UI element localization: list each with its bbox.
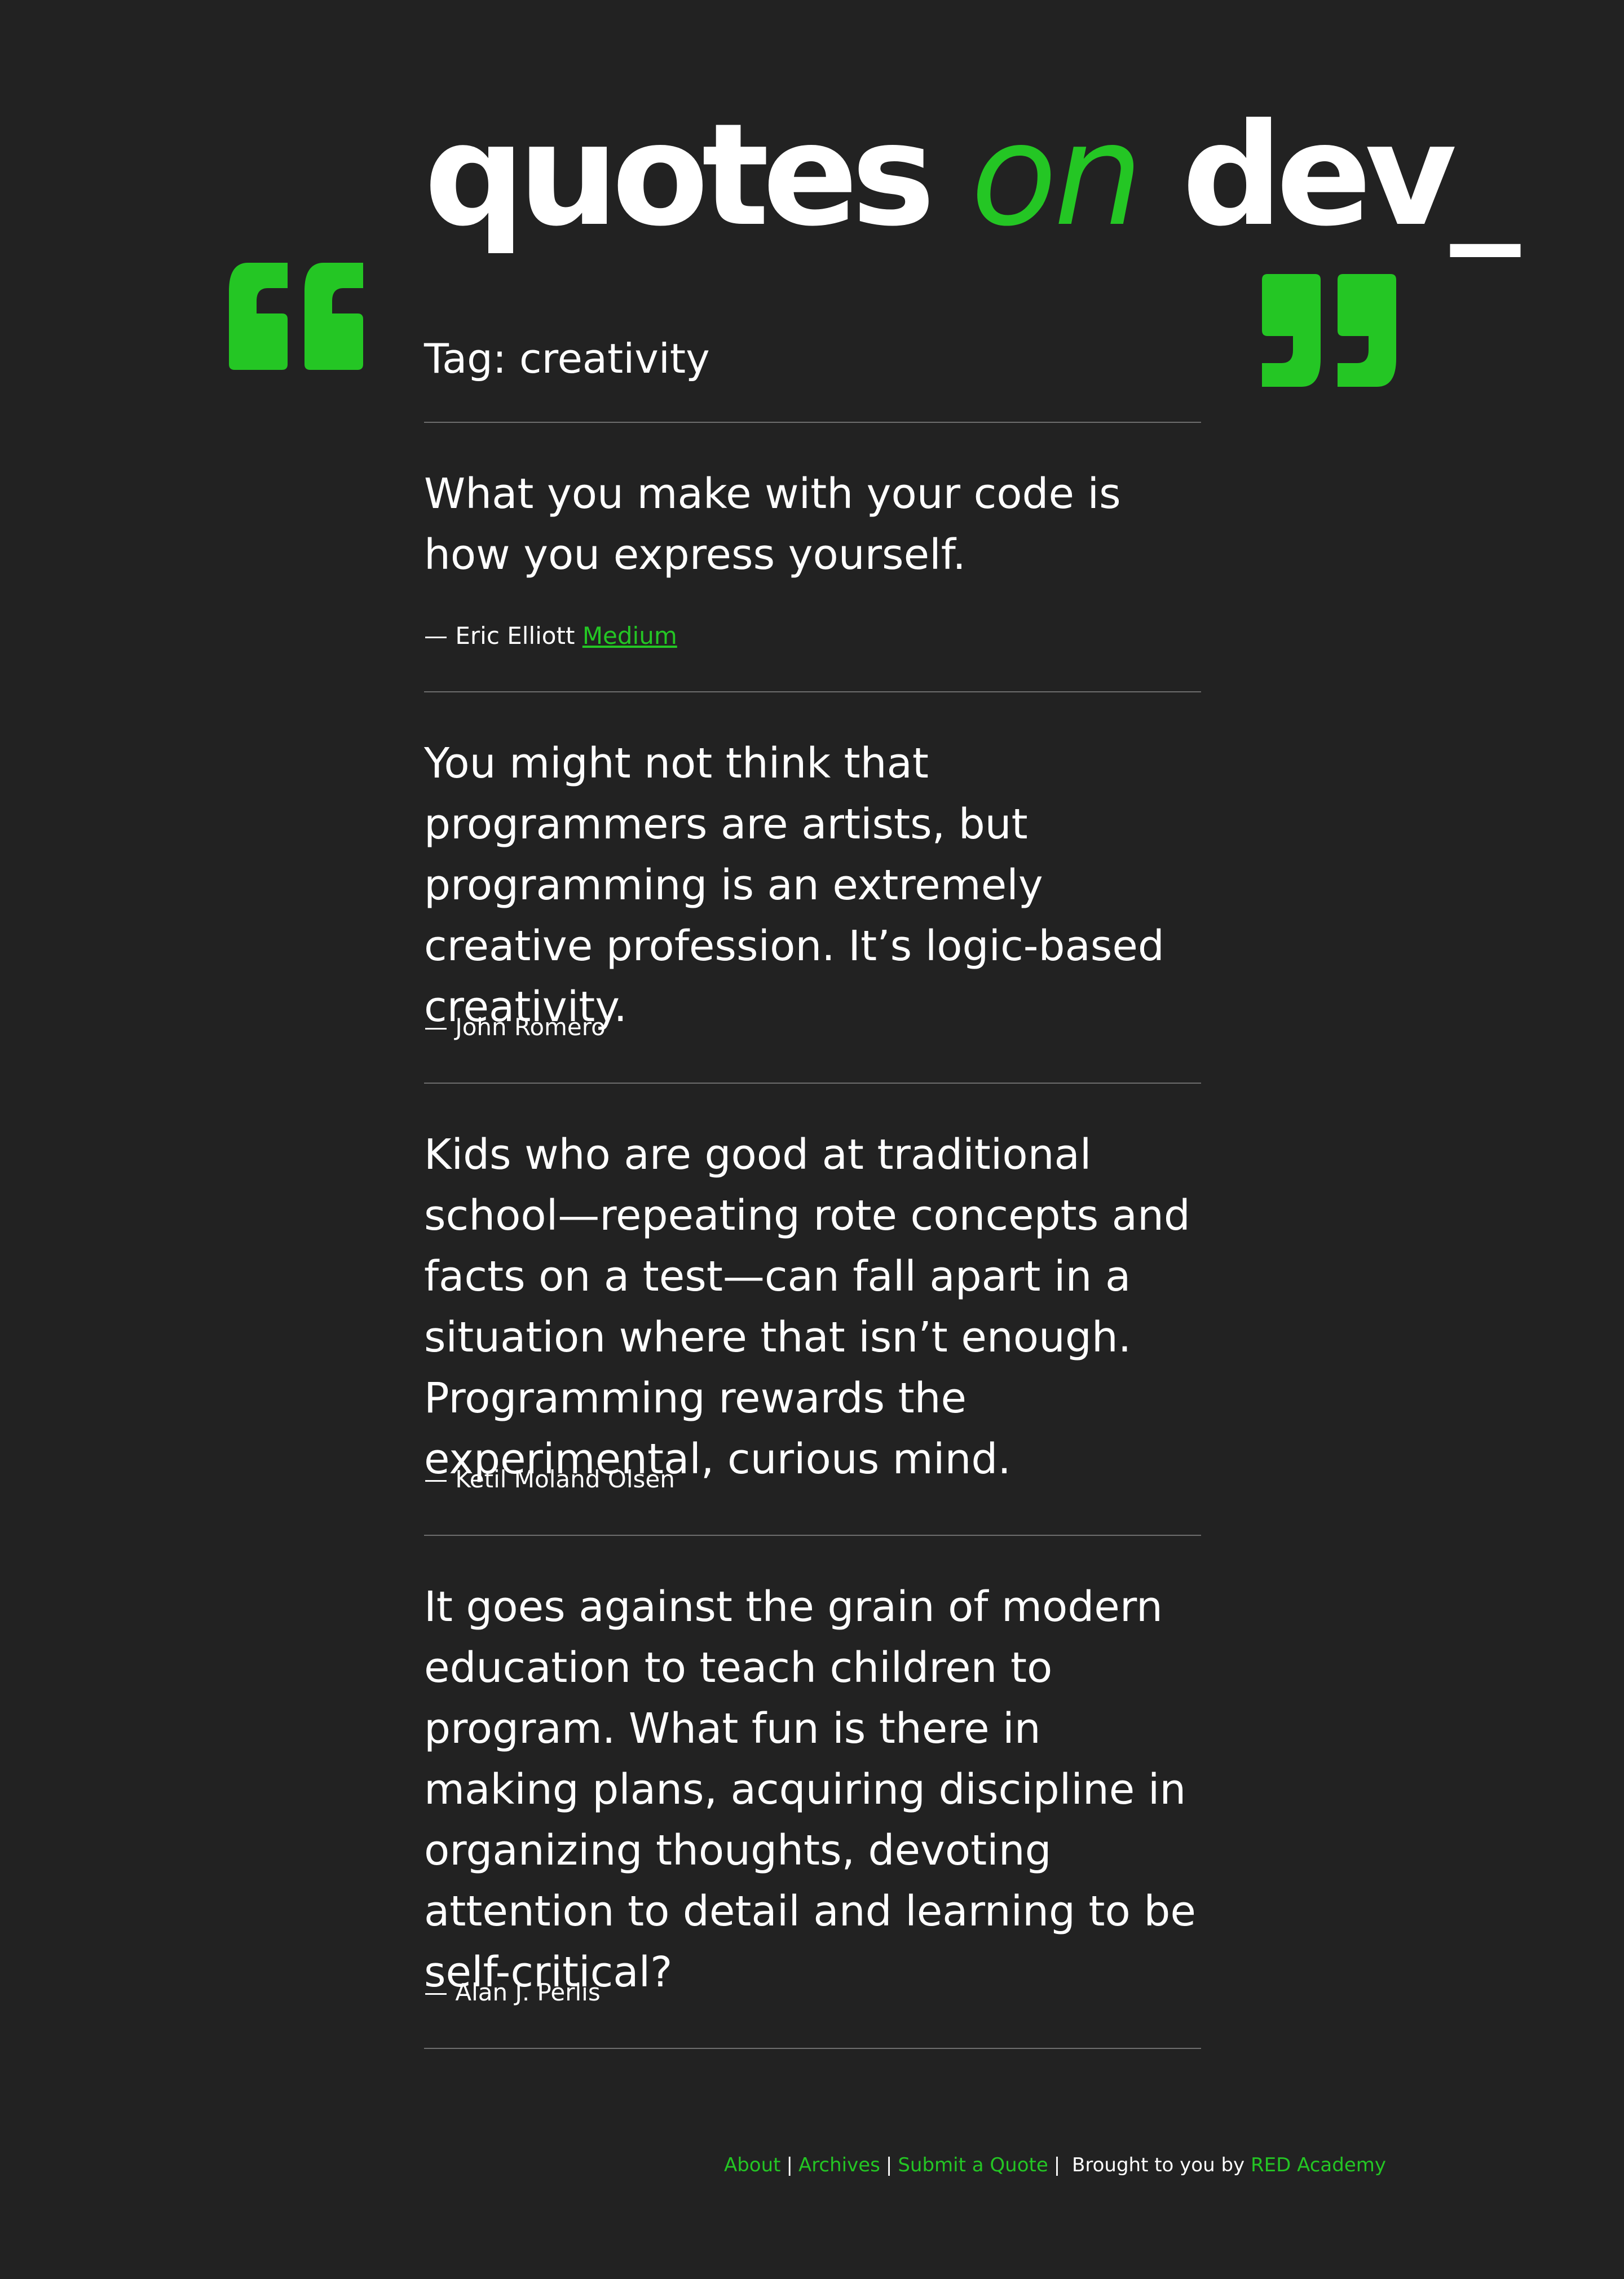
logo-text-on: on — [970, 93, 1143, 257]
open-quote-icon — [226, 257, 372, 392]
footer-link-archives[interactable]: Archives — [798, 2154, 880, 2176]
footer-credit-text: Brought to you by — [1072, 2154, 1245, 2176]
quote-text: You might not think that programmers are… — [424, 739, 1164, 1031]
divider — [424, 1083, 1201, 1084]
quote-author: — Eric Elliott — [424, 622, 575, 650]
close-quote-icon — [1259, 274, 1405, 409]
footer-credit-link[interactable]: RED Academy — [1251, 2154, 1386, 2176]
footer-link-submit-quote[interactable]: Submit a Quote — [898, 2154, 1048, 2176]
logo-text-quotes: quotes — [424, 93, 971, 257]
page-title: Tag: creativity — [424, 335, 710, 382]
quote-author: — John Romero — [424, 1013, 606, 1041]
divider — [424, 691, 1201, 692]
quote-attribution: — Alan J. Perlis — [424, 1976, 601, 2009]
divider — [424, 2048, 1201, 2049]
quote-attribution: — Ketil Moland Olsen — [424, 1463, 675, 1496]
site-logo[interactable]: quotes on dev_ — [424, 105, 1521, 246]
logo-text-dev: dev_ — [1140, 93, 1520, 257]
quote-text: It goes against the grain of modern educ… — [424, 1583, 1196, 1997]
site-footer: About | Archives | Submit a Quote | Brought t… — [724, 2149, 1386, 2181]
quote-author: — Alan J. Perlis — [424, 1978, 601, 2006]
quote-source-link[interactable]: Medium — [582, 622, 677, 650]
footer-separator: | — [1053, 2154, 1061, 2176]
quote-author: — Ketil Moland Olsen — [424, 1465, 675, 1493]
footer-separator: | — [786, 2154, 793, 2176]
footer-separator: | — [885, 2154, 893, 2176]
divider — [424, 422, 1201, 423]
quote-attribution: — Eric Elliott Medium — [424, 619, 677, 653]
footer-link-about[interactable]: About — [724, 2154, 781, 2176]
quote-attribution: — John Romero — [424, 1010, 606, 1044]
quote-text: What you make with your code is how you … — [424, 470, 1121, 579]
quote-text: Kids who are good at traditional school—… — [424, 1130, 1190, 1483]
divider — [424, 1535, 1201, 1536]
